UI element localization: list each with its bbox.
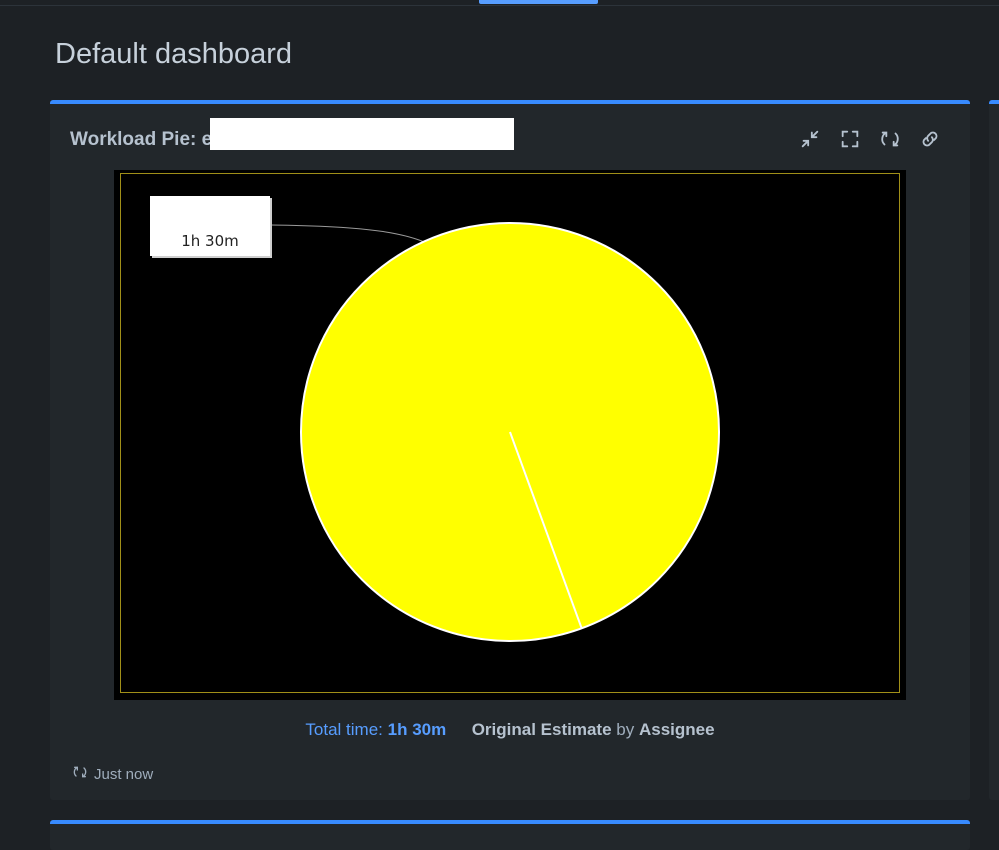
refresh-status-icon	[72, 764, 88, 784]
minimize-button[interactable]	[796, 126, 824, 154]
minimize-icon	[799, 128, 821, 153]
next-gadget	[50, 820, 970, 850]
refresh-status: Just now	[72, 764, 153, 784]
gadget-title: Workload Pie: e	[70, 129, 213, 150]
total-time-value: 1h 30m	[387, 720, 447, 739]
by-text: by	[616, 720, 635, 739]
redacted-title-block	[210, 118, 514, 150]
link-icon	[919, 128, 941, 153]
redacted-label-block	[150, 196, 268, 226]
slice-label-box: 1h 30m	[150, 196, 270, 256]
adjacent-gadget	[989, 100, 999, 800]
gadget-toolbar	[796, 126, 944, 154]
slice-label-value: 1h 30m	[181, 232, 239, 250]
summary-line: Total time: 1h 30m Original Estimate by …	[50, 718, 970, 742]
fullscreen-icon	[839, 128, 861, 153]
refresh-icon	[879, 128, 901, 153]
refresh-status-text: Just now	[94, 765, 154, 783]
refresh-button[interactable]	[876, 126, 904, 154]
total-time-label: Total time:	[305, 720, 383, 739]
fullscreen-button[interactable]	[836, 126, 864, 154]
top-nav-active-indicator	[479, 0, 598, 4]
slice-label-name	[154, 224, 266, 230]
page-title: Default dashboard	[55, 38, 292, 70]
copy-link-button[interactable]	[916, 126, 944, 154]
workload-pie-gadget: Workload Pie: e 1h 30m Total time: 1h 30…	[50, 100, 970, 800]
group-field: Assignee	[638, 720, 715, 739]
pie-chart: 1h 30m	[114, 170, 906, 700]
statistic-field: Original Estimate	[471, 720, 612, 739]
